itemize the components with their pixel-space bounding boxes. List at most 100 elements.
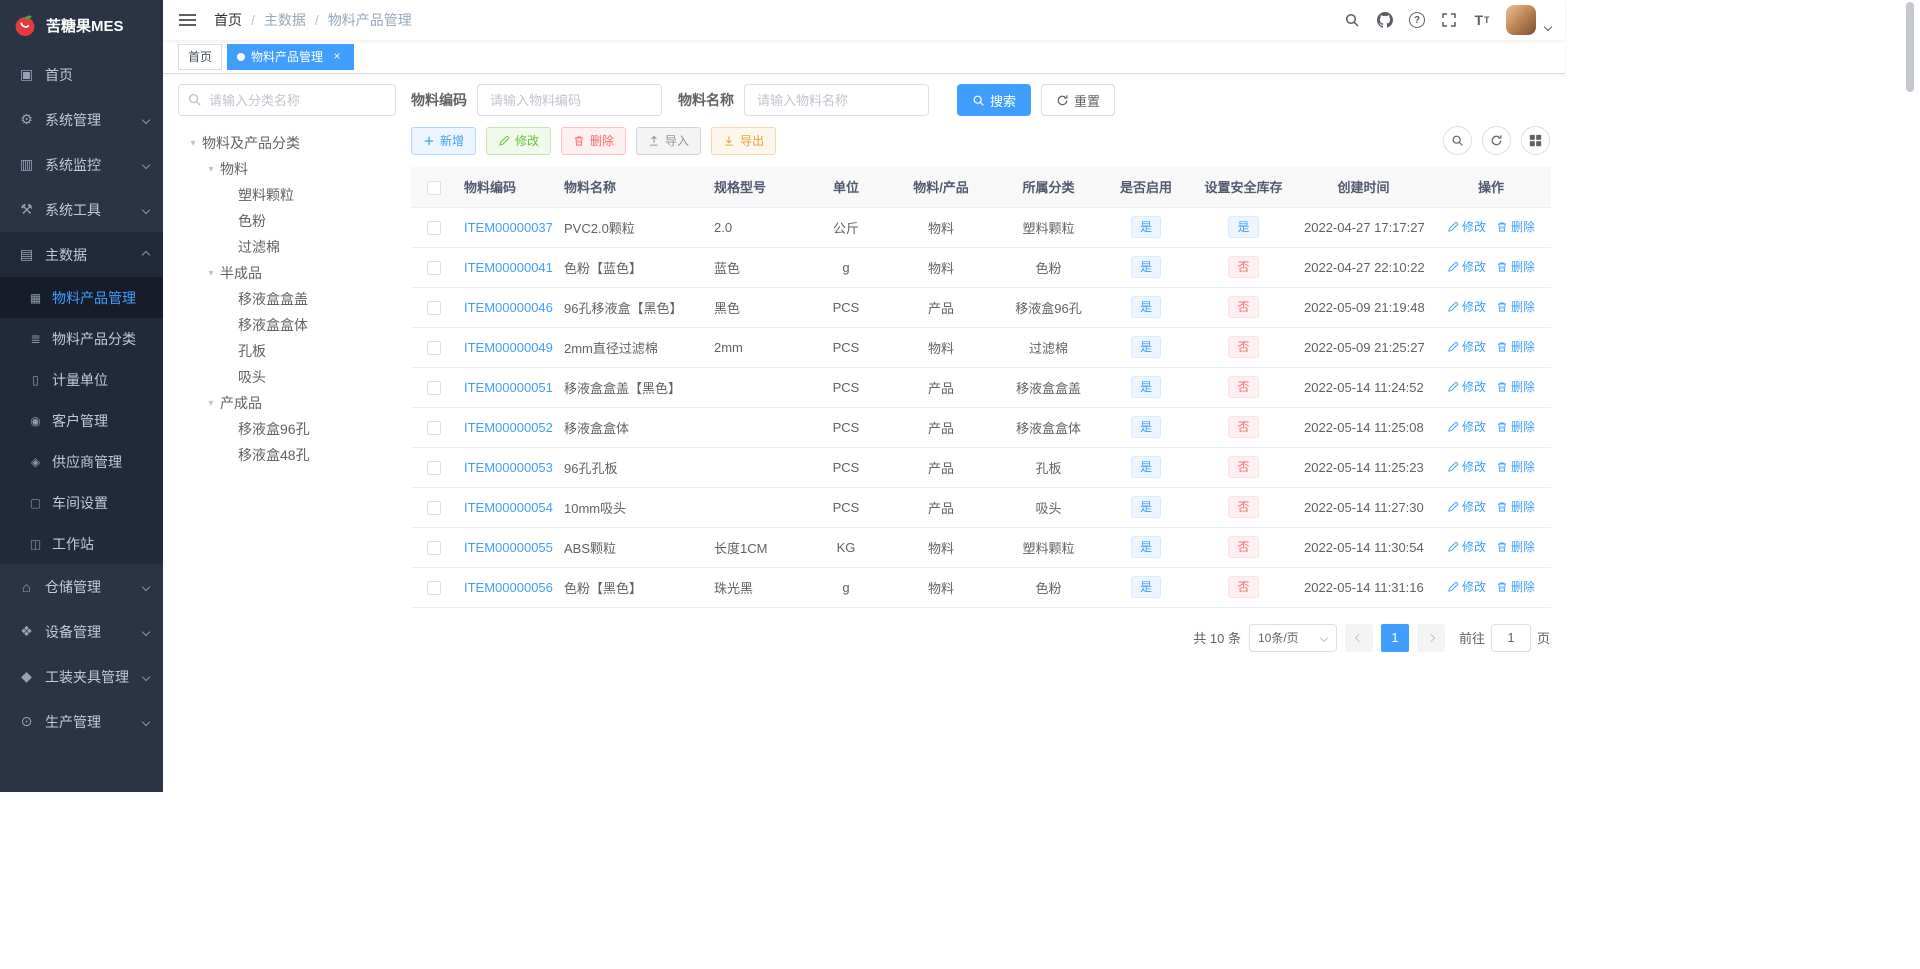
material-code-link[interactable]: ITEM00000037 [464,220,553,235]
edit-link[interactable]: 修改 [1447,538,1486,555]
toggle-search-button[interactable] [1443,126,1472,155]
tab-home[interactable]: 首页 [178,43,223,70]
material-code-link[interactable]: ITEM00000052 [464,420,553,435]
caret-down-icon[interactable] [1543,22,1553,32]
category-search-input[interactable] [178,84,396,116]
sidebar-item-material-product-management[interactable]: ▦ 物料产品管理 [0,277,163,318]
row-checkbox[interactable] [426,340,441,355]
material-code-link[interactable]: ITEM00000055 [464,540,553,555]
sidebar-item-material-product-category[interactable]: ≣ 物料产品分类 [0,318,163,359]
prev-page-button[interactable] [1344,623,1373,652]
close-icon[interactable]: × [330,50,344,64]
material-code-link[interactable]: ITEM00000056 [464,580,553,595]
breadcrumb-item-home[interactable]: 首页 [214,10,242,30]
export-button[interactable]: 导出 [711,126,777,155]
edit-link[interactable]: 修改 [1447,218,1486,235]
sidebar-item-master-data[interactable]: ▤ 主数据 [0,232,163,277]
tab-material-product-management[interactable]: 物料产品管理 × [227,43,355,70]
material-code-link[interactable]: ITEM00000046 [464,300,553,315]
search-button[interactable]: 搜索 [957,84,1032,116]
row-checkbox[interactable] [426,420,441,435]
avatar[interactable] [1506,5,1536,35]
sidebar-item-equipment-management[interactable]: ❖ 设备管理 [0,609,163,654]
column-settings-button[interactable] [1521,126,1550,155]
select-all-checkbox[interactable] [426,180,441,195]
scrollbar-thumb[interactable] [1906,2,1914,92]
delete-link[interactable]: 删除 [1496,298,1535,315]
edit-link[interactable]: 修改 [1447,258,1486,275]
font-size-icon[interactable]: TT [1473,11,1491,29]
material-code-link[interactable]: ITEM00000041 [464,260,553,275]
caret-down-icon[interactable]: ▾ [202,268,220,279]
delete-link[interactable]: 删除 [1496,578,1535,595]
tree-node[interactable]: 孔板 [178,338,396,364]
goto-page-input[interactable] [1490,623,1531,652]
sidebar-item-workstation[interactable]: ◫ 工作站 [0,523,163,564]
row-checkbox[interactable] [426,540,441,555]
caret-down-icon[interactable]: ▾ [184,138,202,149]
github-icon[interactable] [1376,11,1394,29]
refresh-button[interactable] [1482,126,1511,155]
tree-node[interactable]: 吸头 [178,364,396,390]
row-checkbox[interactable] [426,380,441,395]
row-checkbox[interactable] [426,260,441,275]
material-code-link[interactable]: ITEM00000051 [464,380,553,395]
delete-link[interactable]: 删除 [1496,458,1535,475]
page-size-select[interactable]: 10条/页 [1248,623,1337,652]
breadcrumb-item-master-data[interactable]: 主数据 [264,10,306,30]
breadcrumb-item-material-product-management[interactable]: 物料产品管理 [328,10,412,30]
caret-down-icon[interactable]: ▾ [202,164,220,175]
material-code-link[interactable]: ITEM00000049 [464,340,553,355]
sidebar-item-production-management[interactable]: ⊙ 生产管理 [0,699,163,744]
fullscreen-icon[interactable] [1440,11,1458,29]
tree-node[interactable]: 移液盒盒体 [178,312,396,338]
material-code-link[interactable]: ITEM00000053 [464,460,553,475]
caret-down-icon[interactable]: ▾ [202,398,220,409]
add-button[interactable]: 新增 [411,126,477,155]
delete-link[interactable]: 删除 [1496,218,1535,235]
edit-link[interactable]: 修改 [1447,298,1486,315]
tree-node[interactable]: 移液盒96孔 [178,416,396,442]
page-number-button[interactable]: 1 [1380,623,1409,652]
material-code-link[interactable]: ITEM00000054 [464,500,553,515]
delete-link[interactable]: 删除 [1496,258,1535,275]
sidebar-item-workshop-settings[interactable]: ▢ 车间设置 [0,482,163,523]
edit-link[interactable]: 修改 [1447,578,1486,595]
sidebar-item-warehouse-management[interactable]: ⌂ 仓储管理 [0,564,163,609]
tree-node[interactable]: ▾ 产成品 [178,390,396,416]
delete-link[interactable]: 删除 [1496,538,1535,555]
tree-node[interactable]: ▾ 物料 [178,156,396,182]
sidebar-item-customer-management[interactable]: ◉ 客户管理 [0,400,163,441]
delete-link[interactable]: 删除 [1496,378,1535,395]
delete-link[interactable]: 删除 [1496,338,1535,355]
help-icon[interactable]: ? [1409,12,1425,28]
edit-link[interactable]: 修改 [1447,338,1486,355]
reset-button[interactable]: 重置 [1041,84,1116,116]
tree-node[interactable]: 色粉 [178,208,396,234]
delete-link[interactable]: 删除 [1496,418,1535,435]
sidebar-item-measurement-unit[interactable]: ▯ 计量单位 [0,359,163,400]
sidebar-item-system-tools[interactable]: ⚒ 系统工具 [0,187,163,232]
sidebar-item-home[interactable]: ▣ 首页 [0,52,163,97]
tree-node[interactable]: ▾ 物料及产品分类 [178,130,396,156]
app-logo[interactable]: 苦糖果MES [0,0,163,50]
row-checkbox[interactable] [426,220,441,235]
material-code-input[interactable] [477,84,662,116]
row-checkbox[interactable] [426,580,441,595]
sidebar-item-fixture-management[interactable]: ◆ 工装夹具管理 [0,654,163,699]
row-checkbox[interactable] [426,300,441,315]
tree-node[interactable]: 塑料颗粒 [178,182,396,208]
tree-node[interactable]: 移液盒48孔 [178,442,396,468]
edit-link[interactable]: 修改 [1447,498,1486,515]
delete-button[interactable]: 删除 [561,126,627,155]
sidebar-item-system-management[interactable]: ⚙ 系统管理 [0,97,163,142]
delete-link[interactable]: 删除 [1496,498,1535,515]
row-checkbox[interactable] [426,460,441,475]
edit-link[interactable]: 修改 [1447,378,1486,395]
import-button[interactable]: 导入 [636,126,702,155]
edit-link[interactable]: 修改 [1447,418,1486,435]
edit-link[interactable]: 修改 [1447,458,1486,475]
row-checkbox[interactable] [426,500,441,515]
tree-node[interactable]: 移液盒盒盖 [178,286,396,312]
edit-button[interactable]: 修改 [486,126,552,155]
